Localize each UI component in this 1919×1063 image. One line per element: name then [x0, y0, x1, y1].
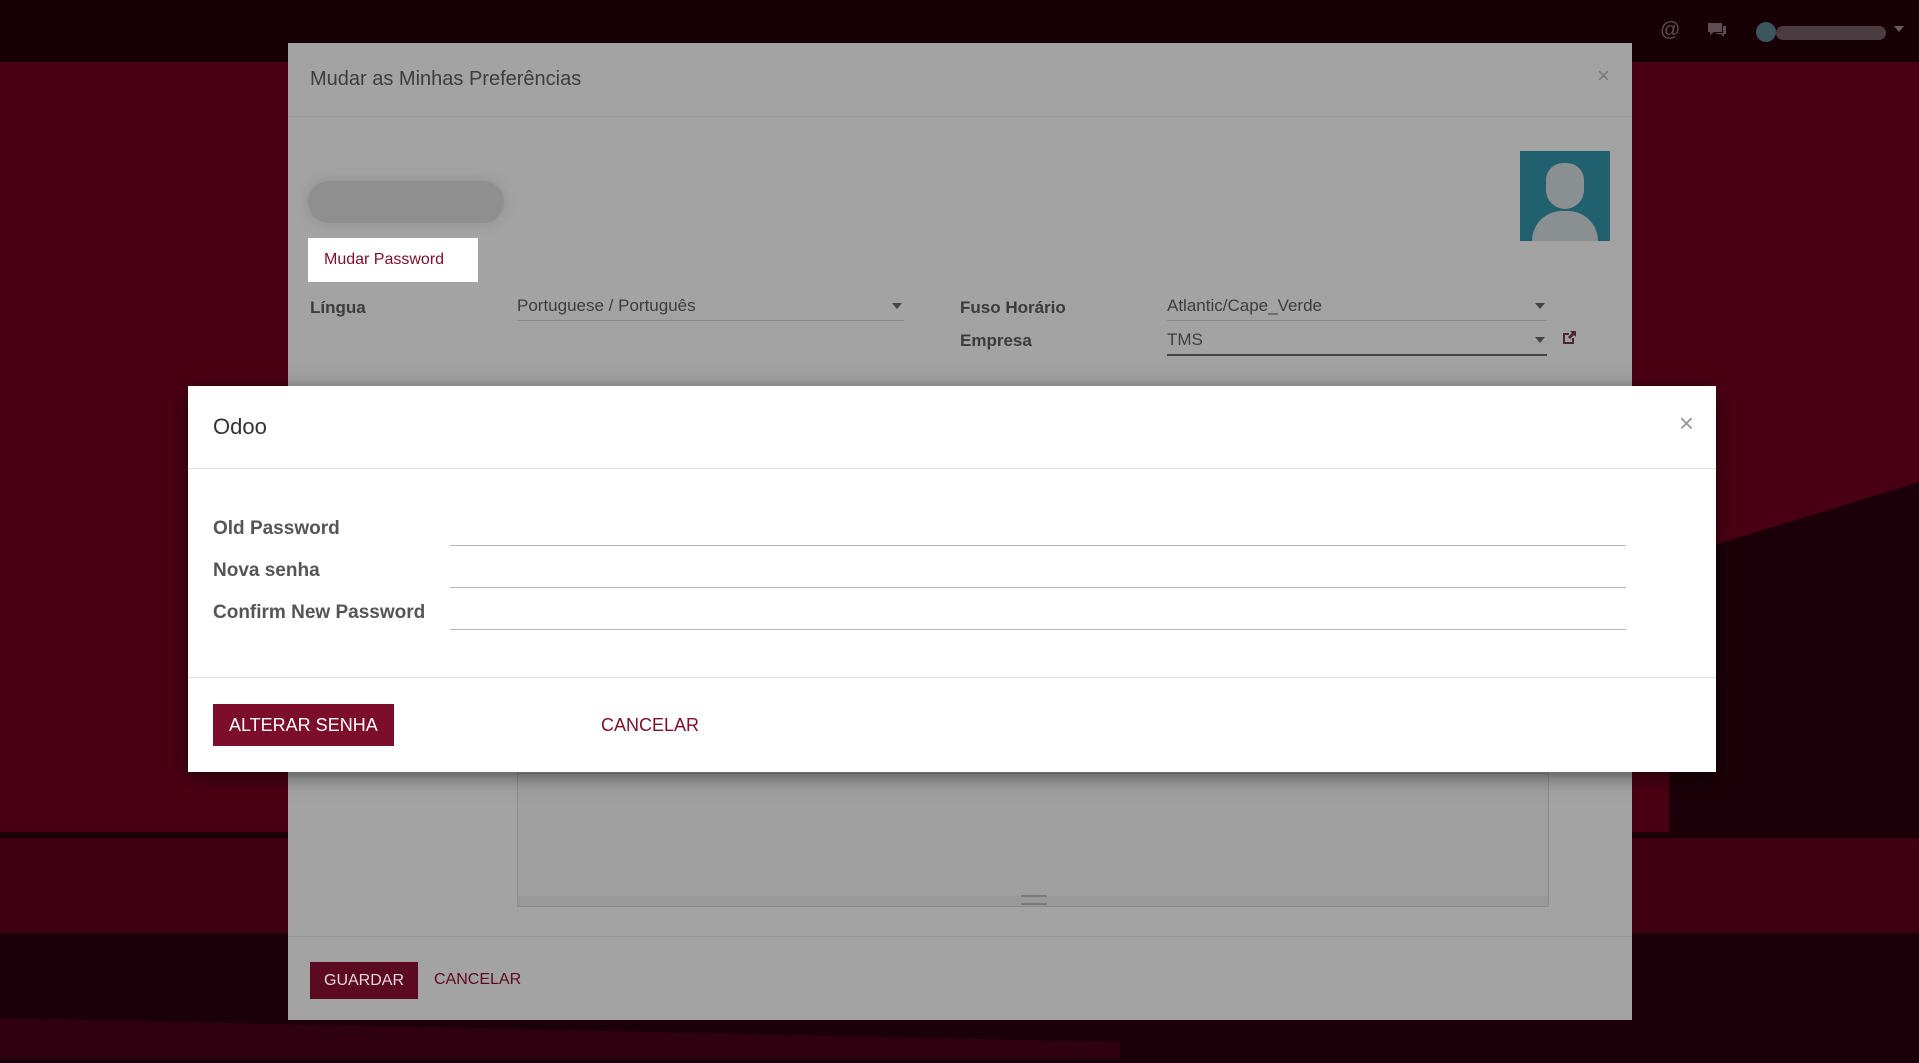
change-password-dialog-footer: ALTERAR SENHA CANCELAR — [188, 677, 1716, 772]
language-label: Língua — [310, 298, 366, 317]
new-password-label: Nova senha — [213, 560, 320, 581]
user-name-redacted[interactable] — [1776, 26, 1886, 40]
new-password-row: Nova senha — [213, 547, 1633, 588]
preferences-dialog-title: Mudar as Minhas Preferências — [310, 68, 582, 90]
resize-handle-icon[interactable] — [1021, 895, 1047, 905]
old-password-input[interactable] — [450, 505, 1626, 546]
cancel-button[interactable]: CANCELAR — [434, 971, 521, 989]
preferences-dialog-footer: GUARDAR CANCELAR — [288, 936, 1632, 1020]
change-password-submit-button[interactable]: ALTERAR SENHA — [213, 704, 394, 746]
external-link-icon[interactable] — [1560, 329, 1578, 352]
confirm-password-label: Confirm New Password — [213, 602, 426, 623]
confirm-password-row: Confirm New Password — [213, 589, 1633, 630]
chevron-down-icon — [1535, 303, 1545, 309]
cancel-button[interactable]: CANCELAR — [601, 715, 699, 736]
change-password-dialog: Odoo × Old Password Nova senha Confirm N… — [188, 386, 1716, 772]
old-password-row: Old Password — [213, 505, 1633, 546]
timezone-select[interactable]: Atlantic/Cape_Verde — [1167, 296, 1547, 321]
company-label: Empresa — [960, 331, 1032, 350]
chevron-down-icon — [1535, 337, 1545, 343]
change-password-dialog-header: Odoo × — [188, 386, 1716, 469]
preferences-dialog-header: Mudar as Minhas Preferências × — [288, 43, 1632, 117]
background-streak — [0, 1018, 1120, 1058]
company-select[interactable]: TMS — [1167, 330, 1547, 356]
avatar-body-shape — [1532, 211, 1598, 241]
at-icon[interactable]: @ — [1660, 20, 1680, 40]
avatar-head-shape — [1546, 163, 1584, 209]
dialog-title: Odoo — [213, 414, 267, 439]
timezone-value: Atlantic/Cape_Verde — [1167, 296, 1322, 315]
close-icon[interactable]: × — [1597, 63, 1610, 89]
chat-icon[interactable] — [1706, 20, 1728, 44]
language-select[interactable]: Portuguese / Português — [517, 296, 904, 321]
company-value: TMS — [1167, 330, 1203, 349]
change-password-button[interactable]: Mudar Password — [308, 238, 478, 282]
new-password-input[interactable] — [450, 547, 1626, 588]
save-button[interactable]: GUARDAR — [310, 962, 419, 999]
timezone-label: Fuso Horário — [960, 298, 1066, 317]
user-name-redacted — [308, 181, 504, 223]
user-menu-chevron-down-icon[interactable] — [1894, 26, 1904, 32]
chevron-down-icon — [892, 303, 902, 309]
user-avatar-icon[interactable] — [1756, 22, 1776, 42]
confirm-password-input[interactable] — [450, 589, 1626, 630]
language-value: Portuguese / Português — [517, 296, 696, 315]
signature-editor[interactable] — [517, 773, 1549, 907]
old-password-label: Old Password — [213, 518, 340, 539]
avatar[interactable] — [1520, 151, 1610, 241]
close-icon[interactable]: × — [1679, 408, 1694, 439]
